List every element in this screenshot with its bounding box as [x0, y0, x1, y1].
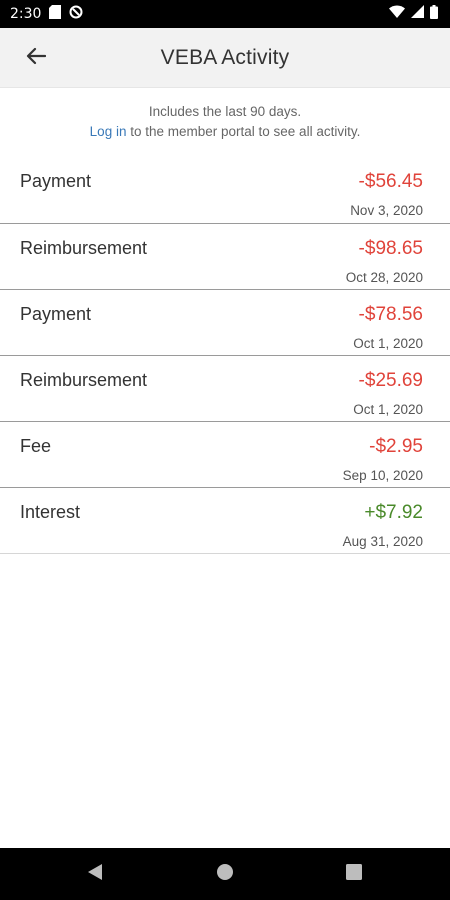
triangle-back-icon	[87, 863, 103, 886]
wifi-icon	[389, 5, 405, 23]
transaction-type: Reimbursement	[20, 370, 148, 390]
signal-icon	[411, 5, 424, 23]
transaction-list: Payment -$56.45 Nov 3, 2020 Reimbursemen…	[0, 157, 450, 554]
nav-back-button[interactable]	[83, 862, 107, 886]
transaction-row[interactable]: Payment -$56.45 Nov 3, 2020	[0, 157, 450, 224]
transaction-amount: -$78.56	[358, 304, 423, 325]
back-button[interactable]	[18, 40, 54, 76]
intro-text: Includes the last 90 days. Log in to the…	[0, 102, 450, 142]
circle-home-icon	[216, 863, 234, 886]
arrow-left-icon	[26, 47, 47, 70]
transaction-row[interactable]: Payment -$78.56 Oct 1, 2020	[0, 290, 450, 356]
transaction-row[interactable]: Reimbursement -$25.69 Oct 1, 2020	[0, 356, 450, 422]
page-title: VEBA Activity	[160, 45, 290, 69]
intro-line-2: Log in to the member portal to see all a…	[0, 122, 450, 142]
transaction-row[interactable]: Reimbursement -$98.65 Oct 28, 2020	[0, 224, 450, 290]
transaction-type: Reimbursement	[20, 238, 148, 258]
transaction-amount: -$56.45	[358, 171, 423, 192]
transaction-type: Payment	[20, 171, 92, 191]
transaction-amount: -$25.69	[358, 370, 423, 391]
system-nav-bar	[0, 848, 450, 900]
transaction-date: Nov 3, 2020	[350, 203, 423, 218]
battery-icon	[430, 4, 438, 24]
transaction-type: Payment	[20, 304, 92, 324]
transaction-date: Sep 10, 2020	[342, 468, 423, 483]
data-saver-icon	[69, 5, 83, 24]
status-bar: 2:30	[0, 0, 450, 28]
status-right	[389, 4, 438, 24]
intro-line-2-rest: to the member portal to see all activity…	[126, 124, 361, 139]
transaction-date: Oct 28, 2020	[345, 270, 423, 285]
transaction-amount: -$2.95	[369, 436, 423, 457]
status-time: 2:30	[10, 6, 42, 22]
app-bar: VEBA Activity	[0, 28, 450, 88]
nav-home-button[interactable]	[213, 862, 237, 886]
login-link[interactable]: Log in	[90, 124, 127, 139]
transaction-row[interactable]: Fee -$2.95 Sep 10, 2020	[0, 422, 450, 488]
square-recents-icon	[346, 863, 362, 885]
intro-line-1: Includes the last 90 days.	[148, 104, 302, 119]
transaction-date: Oct 1, 2020	[353, 402, 423, 417]
transaction-date: Oct 1, 2020	[353, 336, 423, 351]
transaction-date: Aug 31, 2020	[342, 534, 423, 549]
nav-recents-button[interactable]	[342, 862, 366, 886]
status-left: 2:30	[10, 4, 83, 24]
transaction-row[interactable]: Interest +$7.92 Aug 31, 2020	[0, 488, 450, 554]
transaction-type: Interest	[20, 502, 81, 522]
transaction-amount: -$98.65	[358, 238, 423, 259]
sd-card-icon	[49, 4, 62, 24]
transaction-type: Fee	[20, 436, 52, 456]
transaction-amount: +$7.92	[364, 502, 423, 523]
